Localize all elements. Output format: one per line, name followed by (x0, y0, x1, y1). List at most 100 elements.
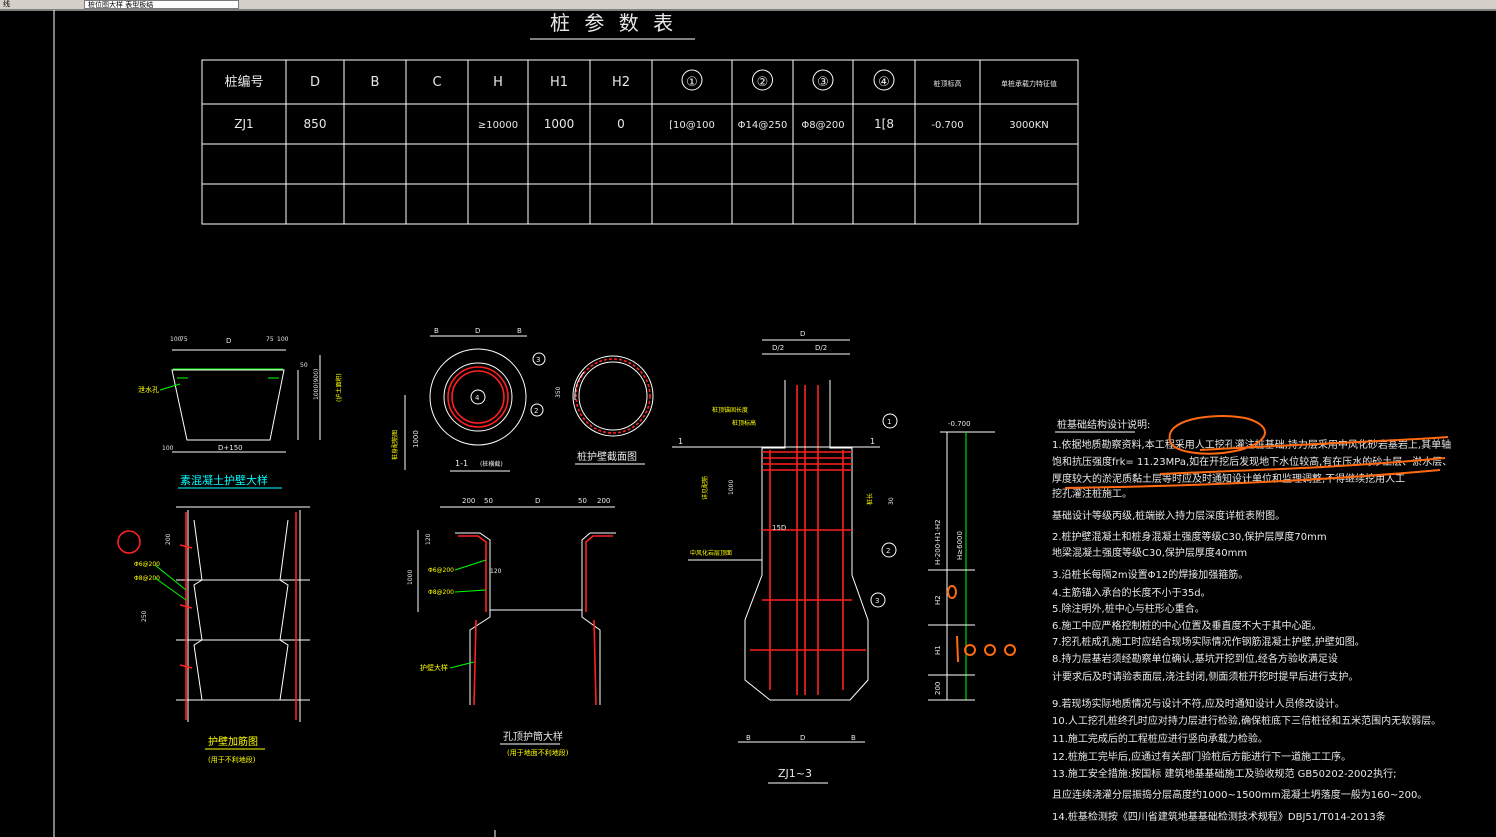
pile-elevation-detail: D D/2 D/2 1 1 1 2 3 桩顶锚固长度 桩顶标高 详见配筋 100… (672, 330, 898, 784)
table-cell: -0.700 (931, 120, 963, 131)
table-header-cell: H (493, 75, 503, 90)
notes-line: 12.桩施工完毕后,应通过有关部门验桩后方能进行下一道施工工序。 (1052, 750, 1351, 763)
table-cell: 3000KN (1009, 120, 1049, 131)
sec-subtitle: (桩横截) (480, 460, 503, 468)
casing-rebar-left-low (473, 619, 477, 706)
markup-digit-0 (1004, 644, 1016, 656)
casing-leader (454, 589, 487, 593)
notes-line: 13.施工安全措施:按国标 建筑地基基础施工及验收规范 GB50202-2002… (1052, 767, 1396, 780)
rf-dim-200: 200 (165, 533, 172, 545)
sec-marker-3-text: 3 (536, 356, 540, 364)
pile-dim-d2: D (800, 734, 805, 742)
casing-label-phi8: Φ8@200 (428, 589, 454, 596)
elev-h-calc: H-200-H1-H2 (934, 519, 942, 565)
elev-top-value: -0.700 (948, 420, 971, 428)
markup-digit-1 (956, 635, 959, 663)
rf-title: 护壁加筋图 (208, 735, 258, 748)
casing-rebar-right (585, 535, 613, 612)
rf-taper-right (279, 519, 289, 701)
casing-label-wall: 护壁大样 (420, 663, 448, 672)
table-header-cell: C (432, 75, 441, 90)
casing-leader (454, 559, 487, 571)
pile-dim-b2: B (851, 734, 856, 742)
table-header-cell: 桩顶标高 (934, 79, 962, 88)
table-cell: 1000 (544, 117, 575, 131)
casing-dim-200a: 200 (462, 497, 475, 505)
markup-digit-0 (984, 644, 996, 656)
protect-inner (578, 361, 648, 431)
pile-dim-1000: 1000 (728, 480, 735, 495)
table-cell: Φ8@200 (801, 120, 844, 131)
table-header-cell: ③ (817, 75, 829, 90)
sec-dim-d: D (475, 327, 480, 335)
pile-section-1b: 1 (870, 437, 875, 446)
table-header-cell: 单桩承载力特征值 (1001, 79, 1057, 88)
rf-subtitle: (用于不利地段) (208, 755, 256, 764)
table-header-cell: 桩编号 (224, 75, 263, 90)
pile-label-length: 桩长 (866, 493, 874, 505)
notes-line: 5.除注明外,桩中心与柱形心重合。 (1052, 602, 1205, 615)
pile-label-anchor: 桩顶锚固长度 (712, 406, 748, 414)
pile-dim-15d: 15D (772, 524, 786, 532)
protect-title: 桩护壁截面图 (577, 450, 637, 463)
table-cell: [10@100 (669, 120, 715, 131)
pile-parameter-table: 桩 参 数 表 桩编号 D B C H H1 H2 ① ② ③ ④ 桩顶标高 单桩承载力特征值 ZJ1 85… (201, 11, 1079, 225)
protect-rebar (575, 358, 651, 434)
notes-line: 4.主筋锚入承台的长度不小于35d。 (1052, 586, 1211, 599)
table-cells: 桩编号 D B C H H1 H2 ① ② ③ ④ 桩顶标高 单桩承载力特征值 ZJ1 850 ≥10000 1… (224, 75, 1057, 131)
table-header-cell: ④ (878, 75, 890, 90)
sec-marker-4-text: 4 (475, 394, 480, 402)
casing-left-wall (455, 532, 491, 705)
rf-leader (154, 577, 187, 601)
notes-line: 10.人工挖孔桩终孔时应对持力层进行检验,确保桩底下三倍桩径和五米范围内无软弱层… (1052, 714, 1441, 727)
pile-dim-d: D (800, 330, 805, 338)
casing-dim-1000: 1000 (407, 570, 414, 585)
rf-label-phi6: Φ6@200 (134, 561, 160, 568)
pile-dim-30: 30 (888, 497, 895, 505)
notes-line: 计要求后及时请验表面层,浇注封闭,侧面须桩开挖时提早后进行支护。 (1052, 670, 1358, 683)
pile-label-rock: 中风化岩层顶面 (690, 549, 732, 557)
pile-section-1a: 1 (678, 437, 683, 446)
notes-lines: 1.依据地质勘察资料,本工程采用人工挖孔灌注桩基础,持力层采用中风化砂岩基岩上,… (1052, 438, 1452, 823)
table-title: 桩 参 数 表 (550, 11, 677, 35)
casing-rebar-right-low (593, 619, 597, 706)
cad-drawing-canvas[interactable]: 桩 参 数 表 桩编号 D B C H H1 H2 ① ② ③ ④ 桩顶标高 单桩承载力特征值 ZJ1 85… (0, 0, 1496, 837)
notes-line: 2.桩护壁混凝土和桩身混凝土强度等级C30,保护层厚度70mm (1052, 530, 1327, 543)
pile-label-see: 详见配筋 (701, 476, 709, 500)
wall-dim-d: D (226, 337, 231, 345)
wall-dim-75a: 75 (180, 336, 188, 343)
pile-marker-1-text: 1 (887, 418, 891, 426)
table-header-cell: B (371, 75, 380, 90)
table-header-cell: D (310, 75, 320, 90)
table-cell: 1[8 (874, 117, 894, 131)
sec-label-left: 桩身配筋图 (391, 430, 399, 460)
rf-dim-250: 250 (141, 610, 148, 622)
hole-top-casing-detail: 200 50 D 50 200 120 1000 120 Φ6@200 Φ8@2… (407, 497, 616, 757)
casing-dim-120a: 120 (425, 533, 432, 545)
wall-dim-area: (护土面积) (335, 373, 343, 402)
pile-outline (744, 380, 869, 701)
notes-line: 8.持力层基岩须经勘察单位确认,基坑开挖到位,经各方验收满足设 (1052, 652, 1338, 665)
sec-dim-b2: B (517, 327, 522, 335)
pile-elevation-dims: -0.700 H≥6000 H-200-H1-H2 H2 H1 200 (928, 420, 995, 701)
notes-line: 6.施工中应严格控制桩的中心位置及垂直度不大于其中心距。 (1052, 619, 1322, 632)
casing-dim-50a: 50 (484, 497, 493, 505)
protect-dim: 350 (555, 386, 562, 398)
casing-dim-200b: 200 (597, 497, 610, 505)
wall-label-drain: 泄水孔 (138, 385, 159, 394)
table-cell: 850 (304, 117, 327, 131)
sec-title: 1-1 (455, 459, 468, 468)
sec-dim-1000: 1000 (412, 430, 420, 448)
notes-line: 7.挖孔桩成孔施工时应结合现场实际情况作钢筋混凝土护壁,护壁如图。 (1052, 635, 1365, 648)
wall-dim-50: 50 (300, 362, 308, 369)
markup-zero (947, 585, 957, 599)
table-cell: ZJ1 (234, 117, 253, 131)
table-cell: 0 (617, 117, 625, 131)
wall-detail-title: 素混凝土护壁大样 (180, 473, 268, 487)
notes-line: 基础设计等级丙级,桩端嵌入持力层深度详桩表附图。 (1052, 509, 1285, 522)
table-cell: Φ14@250 (738, 120, 788, 131)
design-notes: 桩基础结构设计说明: 1.依据地质勘察资料,本工程采用人工挖孔灌注桩基础,持力层… (1052, 418, 1452, 823)
notes-title: 桩基础结构设计说明: (1057, 418, 1150, 431)
protect-outer (572, 355, 654, 437)
table-header-cell: H2 (612, 75, 630, 90)
